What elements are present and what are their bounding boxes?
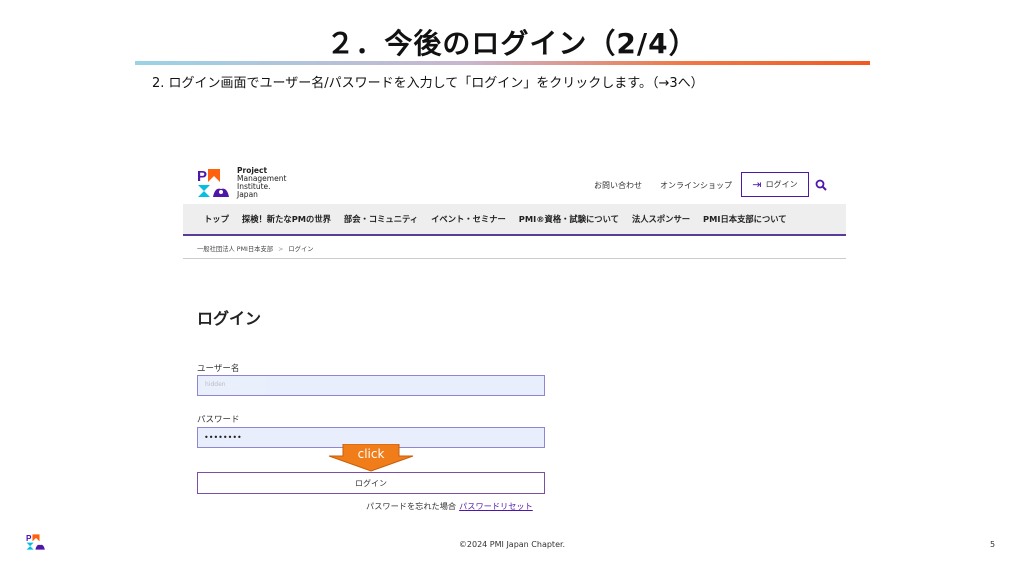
logo-text: Project Management Institute. Japan — [237, 167, 286, 199]
site-header: P Project Management Institute. Japan お問… — [183, 160, 846, 204]
nav-item-community[interactable]: 部会・コミュニティ — [344, 213, 418, 225]
logo-text-line: Japan — [237, 190, 258, 199]
online-shop-link[interactable]: オンラインショップ — [660, 180, 732, 191]
breadcrumb: 一般社団法人 PMI日本支部 > ログイン — [197, 244, 314, 253]
breadcrumb-separator-icon: > — [278, 246, 284, 253]
header-login-label: ログイン — [765, 180, 798, 189]
search-icon[interactable] — [815, 179, 827, 191]
nav-item-certification[interactable]: PMI®資格・試験について — [519, 213, 619, 225]
forgot-password-text: パスワードを忘れた場合 パスワードリセット — [366, 500, 533, 512]
login-submit-button[interactable]: ログイン — [197, 472, 545, 494]
nav-item-events[interactable]: イベント・セミナー — [431, 213, 506, 225]
header-login-button[interactable]: ⇥ ログイン — [741, 172, 809, 197]
password-reset-link[interactable]: パスワードリセット — [459, 501, 533, 511]
click-callout: click — [327, 443, 415, 472]
password-label: パスワード — [197, 415, 240, 425]
main-nav: トップ 探検！新たなPMの世界 部会・コミュニティ イベント・セミナー PMI®… — [183, 204, 846, 236]
pmi-japan-logo[interactable]: P Project Management Institute. Japan — [197, 167, 297, 203]
login-arrow-icon: ⇥ — [752, 178, 762, 191]
nav-item-top[interactable]: トップ — [204, 213, 229, 225]
instruction-text: 2. ログイン画面でユーザー名/パスワードを入力して「ログイン」をクリックします… — [152, 76, 704, 91]
password-value: •••••••• — [204, 433, 242, 442]
username-label: ユーザー名 — [197, 364, 240, 374]
pmi-logo-icon: P — [197, 168, 229, 197]
forgot-password-label: パスワードを忘れた場合 — [366, 501, 457, 511]
title-divider — [135, 61, 870, 65]
nav-item-about[interactable]: PMI日本支部について — [703, 213, 787, 225]
breadcrumb-current: ログイン — [288, 246, 314, 253]
breadcrumb-home[interactable]: 一般社団法人 PMI日本支部 — [197, 246, 273, 253]
contact-link[interactable]: お問い合わせ — [594, 180, 642, 191]
username-value: hidden — [205, 381, 226, 388]
username-input[interactable]: hidden — [197, 375, 545, 396]
svg-text:P: P — [197, 168, 207, 185]
callout-label: click — [357, 447, 385, 461]
page-number: 5 — [990, 540, 996, 549]
website-screenshot: P Project Management Institute. Japan お問… — [183, 160, 846, 520]
username-masked-value: hidden — [201, 377, 265, 394]
login-heading: ログイン — [197, 309, 262, 328]
slide-title: ２．今後のログイン（2/4） — [326, 27, 698, 60]
nav-item-sponsors[interactable]: 法人スポンサー — [632, 213, 690, 225]
nav-item-explore[interactable]: 探検！新たなPMの世界 — [242, 213, 331, 225]
breadcrumb-divider — [183, 258, 846, 259]
copyright-footer: ©2024 PMI Japan Chapter. — [458, 540, 566, 549]
